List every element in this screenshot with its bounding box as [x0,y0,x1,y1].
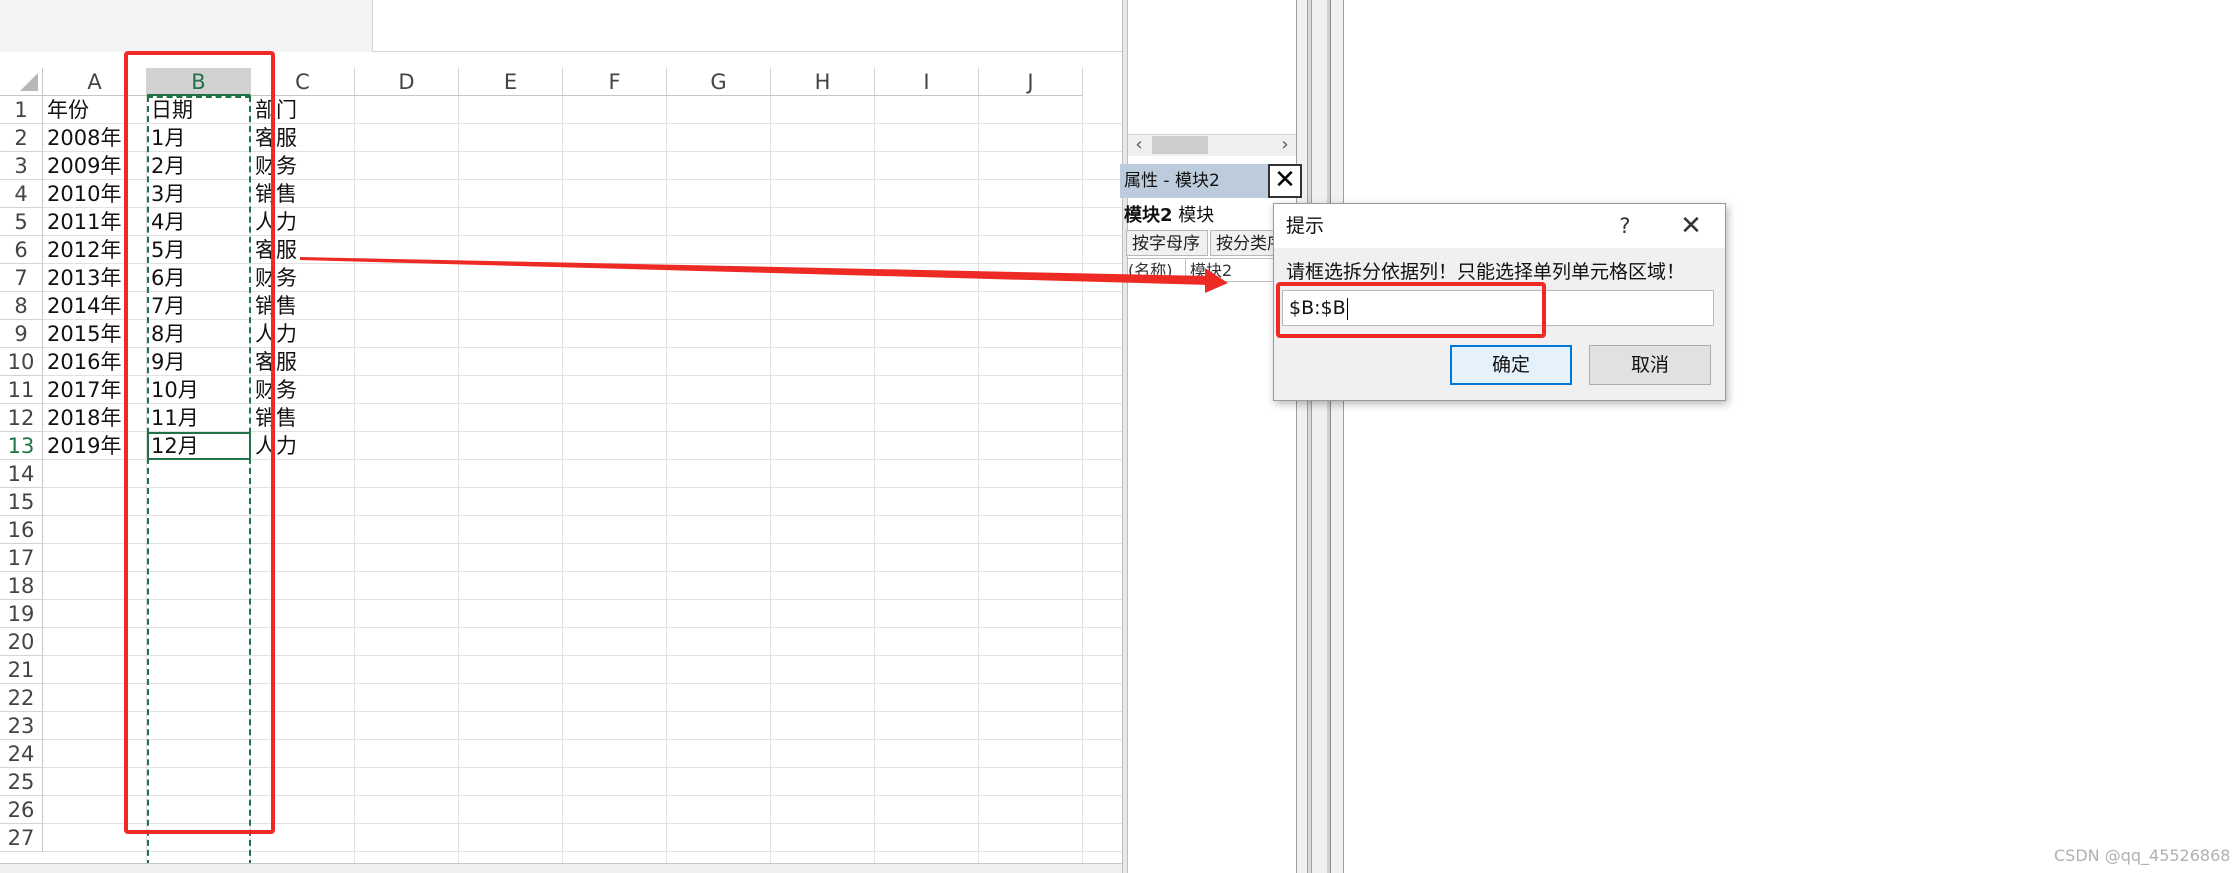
watermark: CSDN @qq_45526868 [2054,846,2231,865]
ribbon-gap [0,0,372,52]
column-header-h[interactable]: H [771,68,875,96]
object-name: 模块2 [1124,205,1173,226]
row-header[interactable]: 1 [0,96,43,124]
ok-button[interactable]: 确定 [1450,345,1572,385]
select-all-corner[interactable] [0,68,43,96]
pane-splitter-bar [1307,0,1312,873]
vbe-left-pane [1128,0,1296,873]
annotation-input-highlight [1276,282,1546,338]
grid-vline [562,96,563,873]
column-header-g[interactable]: G [667,68,771,96]
property-row-name[interactable]: (名称) 模块2 [1126,258,1294,282]
row-header[interactable]: 23 [0,712,43,740]
row-header[interactable]: 10 [0,348,43,376]
scrollbar-thumb[interactable] [1152,136,1208,154]
column-header-f[interactable]: F [563,68,667,96]
object-type: 模块 [1178,205,1215,226]
property-value: 模块2 [1190,261,1233,280]
row-header[interactable]: 4 [0,180,43,208]
row-header[interactable]: 2 [0,124,43,152]
row-header[interactable]: 14 [0,460,43,488]
dialog-close-icon[interactable]: ✕ [1674,210,1708,242]
row-header[interactable]: 12 [0,404,43,432]
row-header[interactable]: 3 [0,152,43,180]
row-header[interactable]: 25 [0,768,43,796]
grid-vline [770,96,771,873]
column-header-j[interactable]: J [979,68,1083,96]
row-header[interactable]: 5 [0,208,43,236]
scroll-left-icon[interactable]: ‹ [1128,134,1150,156]
properties-object-selector[interactable]: 模块2 模块 [1124,204,1294,228]
row-header[interactable]: 18 [0,572,43,600]
row-header[interactable]: 13 [0,432,43,460]
cancel-button[interactable]: 取消 [1589,345,1711,385]
annotation-column-highlight [124,51,275,834]
grid-vline [458,96,459,873]
row-header[interactable]: 9 [0,320,43,348]
dialog-title: 提示 [1286,215,1325,237]
row-header[interactable]: 6 [0,236,43,264]
row-header[interactable]: 27 [0,824,43,852]
row-header[interactable]: 22 [0,684,43,712]
row-header[interactable]: 15 [0,488,43,516]
pane-splitter-edge [1327,0,1331,873]
grid-vline [1082,96,1083,873]
dialog-titlebar[interactable] [1274,204,1725,248]
row-header[interactable]: 17 [0,544,43,572]
row-header[interactable]: 7 [0,264,43,292]
properties-window-title: 属性 - 模块2 [1120,164,1268,198]
column-header-d[interactable]: D [355,68,459,96]
sheet-tab-strip[interactable] [0,863,1122,873]
pane-splitter[interactable] [1296,0,1344,873]
row-header[interactable]: 21 [0,656,43,684]
row-header[interactable]: 8 [0,292,43,320]
row-header[interactable]: 11 [0,376,43,404]
row-header[interactable]: 19 [0,600,43,628]
formula-bar[interactable] [372,0,1122,52]
row-header[interactable]: 16 [0,516,43,544]
scroll-right-icon[interactable]: › [1274,134,1296,156]
grid-vline [666,96,667,873]
column-header-e[interactable]: E [459,68,563,96]
grid-vline [874,96,875,873]
close-icon[interactable]: ✕ [1268,164,1302,198]
property-key: (名称) [1126,259,1186,281]
column-header-i[interactable]: I [875,68,979,96]
help-icon[interactable]: ? [1610,210,1640,242]
row-header[interactable]: 24 [0,740,43,768]
row-header[interactable]: 26 [0,796,43,824]
tab-alphabetic[interactable]: 按字母序 [1126,230,1208,256]
grid-vline [978,96,979,873]
row-header[interactable]: 20 [0,628,43,656]
